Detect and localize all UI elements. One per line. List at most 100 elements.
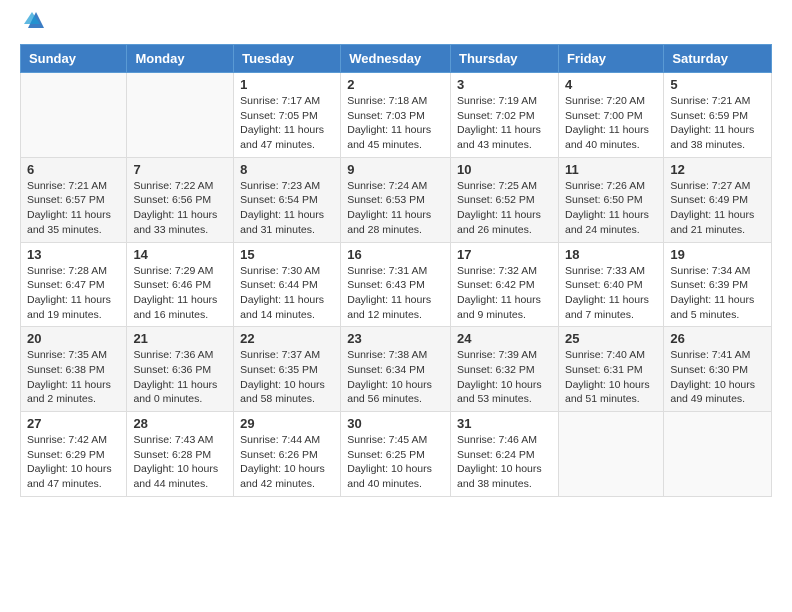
cell-info: Sunrise: 7:22 AMSunset: 6:56 PMDaylight:… [133, 179, 227, 238]
day-number: 5 [670, 77, 765, 92]
calendar-cell: 26Sunrise: 7:41 AMSunset: 6:30 PMDayligh… [664, 327, 772, 412]
cell-info: Sunrise: 7:32 AMSunset: 6:42 PMDaylight:… [457, 264, 552, 323]
cell-info: Sunrise: 7:17 AMSunset: 7:05 PMDaylight:… [240, 94, 334, 153]
cell-info: Sunrise: 7:27 AMSunset: 6:49 PMDaylight:… [670, 179, 765, 238]
calendar-cell: 6 Sunrise: 7:21 AMSunset: 6:57 PMDaylight… [21, 157, 127, 242]
day-number: 23 [347, 331, 444, 346]
calendar-table: SundayMondayTuesdayWednesdayThursdayFrid… [20, 44, 772, 497]
cell-info: Sunrise: 7:38 AMSunset: 6:34 PMDaylight:… [347, 348, 444, 407]
calendar-cell: 9 Sunrise: 7:24 AMSunset: 6:53 PMDaylight… [341, 157, 451, 242]
header-day-sunday: Sunday [21, 45, 127, 73]
cell-info: Sunrise: 7:39 AMSunset: 6:32 PMDaylight:… [457, 348, 552, 407]
cell-info: Sunrise: 7:44 AMSunset: 6:26 PMDaylight:… [240, 433, 334, 492]
page: SundayMondayTuesdayWednesdayThursdayFrid… [0, 0, 792, 513]
day-number: 22 [240, 331, 334, 346]
week-row-4: 20 Sunrise: 7:35 AMSunset: 6:38 PMDayligh… [21, 327, 772, 412]
calendar-cell: 23 Sunrise: 7:38 AMSunset: 6:34 PMDayligh… [341, 327, 451, 412]
cell-info: Sunrise: 7:26 AMSunset: 6:50 PMDaylight:… [565, 179, 657, 238]
calendar-cell: 2 Sunrise: 7:18 AMSunset: 7:03 PMDaylight… [341, 73, 451, 158]
day-number: 11 [565, 162, 657, 177]
header-day-monday: Monday [127, 45, 234, 73]
day-number: 1 [240, 77, 334, 92]
calendar-cell: 10 Sunrise: 7:25 AMSunset: 6:52 PMDayligh… [451, 157, 559, 242]
day-number: 7 [133, 162, 227, 177]
cell-info: Sunrise: 7:25 AMSunset: 6:52 PMDaylight:… [457, 179, 552, 238]
header-day-thursday: Thursday [451, 45, 559, 73]
header-day-tuesday: Tuesday [234, 45, 341, 73]
cell-info: Sunrise: 7:37 AMSunset: 6:35 PMDaylight:… [240, 348, 334, 407]
cell-info: Sunrise: 7:36 AMSunset: 6:36 PMDaylight:… [133, 348, 227, 407]
day-number: 6 [27, 162, 120, 177]
day-number: 31 [457, 416, 552, 431]
calendar-cell: 18 Sunrise: 7:33 AMSunset: 6:40 PMDayligh… [558, 242, 663, 327]
calendar-cell: 17Sunrise: 7:32 AMSunset: 6:42 PMDayligh… [451, 242, 559, 327]
day-number: 9 [347, 162, 444, 177]
week-row-2: 6 Sunrise: 7:21 AMSunset: 6:57 PMDaylight… [21, 157, 772, 242]
day-number: 28 [133, 416, 227, 431]
day-number: 19 [670, 247, 765, 262]
week-row-3: 13Sunrise: 7:28 AMSunset: 6:47 PMDayligh… [21, 242, 772, 327]
cell-info: Sunrise: 7:33 AMSunset: 6:40 PMDaylight:… [565, 264, 657, 323]
calendar-cell: 29 Sunrise: 7:44 AMSunset: 6:26 PMDayligh… [234, 412, 341, 497]
calendar-cell: 30Sunrise: 7:45 AMSunset: 6:25 PMDayligh… [341, 412, 451, 497]
cell-info: Sunrise: 7:21 AMSunset: 6:57 PMDaylight:… [27, 179, 120, 238]
cell-info: Sunrise: 7:29 AMSunset: 6:46 PMDaylight:… [133, 264, 227, 323]
cell-info: Sunrise: 7:30 AMSunset: 6:44 PMDaylight:… [240, 264, 334, 323]
calendar-cell: 5 Sunrise: 7:21 AMSunset: 6:59 PMDaylight… [664, 73, 772, 158]
cell-info: Sunrise: 7:35 AMSunset: 6:38 PMDaylight:… [27, 348, 120, 407]
header-day-saturday: Saturday [664, 45, 772, 73]
day-number: 16 [347, 247, 444, 262]
day-number: 24 [457, 331, 552, 346]
cell-info: Sunrise: 7:20 AMSunset: 7:00 PMDaylight:… [565, 94, 657, 153]
calendar-cell: 11 Sunrise: 7:26 AMSunset: 6:50 PMDayligh… [558, 157, 663, 242]
day-number: 20 [27, 331, 120, 346]
day-number: 29 [240, 416, 334, 431]
day-number: 18 [565, 247, 657, 262]
logo-icon [24, 8, 48, 32]
calendar-cell: 16 Sunrise: 7:31 AMSunset: 6:43 PMDayligh… [341, 242, 451, 327]
calendar-cell: 21 Sunrise: 7:36 AMSunset: 6:36 PMDayligh… [127, 327, 234, 412]
calendar-cell: 19 Sunrise: 7:34 AMSunset: 6:39 PMDayligh… [664, 242, 772, 327]
calendar-cell: 31Sunrise: 7:46 AMSunset: 6:24 PMDayligh… [451, 412, 559, 497]
day-number: 8 [240, 162, 334, 177]
calendar-cell [664, 412, 772, 497]
calendar-cell: 20 Sunrise: 7:35 AMSunset: 6:38 PMDayligh… [21, 327, 127, 412]
week-row-5: 27 Sunrise: 7:42 AMSunset: 6:29 PMDayligh… [21, 412, 772, 497]
logo-area [20, 16, 48, 32]
cell-info: Sunrise: 7:24 AMSunset: 6:53 PMDaylight:… [347, 179, 444, 238]
calendar-cell [558, 412, 663, 497]
header [20, 16, 772, 32]
calendar-cell: 4 Sunrise: 7:20 AMSunset: 7:00 PMDaylight… [558, 73, 663, 158]
day-number: 2 [347, 77, 444, 92]
calendar-cell: 27 Sunrise: 7:42 AMSunset: 6:29 PMDayligh… [21, 412, 127, 497]
calendar-cell: 15 Sunrise: 7:30 AMSunset: 6:44 PMDayligh… [234, 242, 341, 327]
day-number: 14 [133, 247, 227, 262]
day-number: 30 [347, 416, 444, 431]
calendar-cell [21, 73, 127, 158]
calendar-cell: 1 Sunrise: 7:17 AMSunset: 7:05 PMDaylight… [234, 73, 341, 158]
day-number: 15 [240, 247, 334, 262]
cell-info: Sunrise: 7:42 AMSunset: 6:29 PMDaylight:… [27, 433, 120, 492]
cell-info: Sunrise: 7:43 AMSunset: 6:28 PMDaylight:… [133, 433, 227, 492]
cell-info: Sunrise: 7:18 AMSunset: 7:03 PMDaylight:… [347, 94, 444, 153]
cell-info: Sunrise: 7:34 AMSunset: 6:39 PMDaylight:… [670, 264, 765, 323]
day-number: 21 [133, 331, 227, 346]
day-number: 10 [457, 162, 552, 177]
cell-info: Sunrise: 7:23 AMSunset: 6:54 PMDaylight:… [240, 179, 334, 238]
calendar-cell: 28 Sunrise: 7:43 AMSunset: 6:28 PMDayligh… [127, 412, 234, 497]
day-number: 3 [457, 77, 552, 92]
day-number: 4 [565, 77, 657, 92]
day-number: 26 [670, 331, 765, 346]
day-number: 12 [670, 162, 765, 177]
day-number: 27 [27, 416, 120, 431]
header-row: SundayMondayTuesdayWednesdayThursdayFrid… [21, 45, 772, 73]
day-number: 13 [27, 247, 120, 262]
calendar-cell: 24 Sunrise: 7:39 AMSunset: 6:32 PMDayligh… [451, 327, 559, 412]
logo-text [20, 16, 48, 32]
header-day-friday: Friday [558, 45, 663, 73]
cell-info: Sunrise: 7:31 AMSunset: 6:43 PMDaylight:… [347, 264, 444, 323]
calendar-cell: 13Sunrise: 7:28 AMSunset: 6:47 PMDayligh… [21, 242, 127, 327]
calendar-cell: 25Sunrise: 7:40 AMSunset: 6:31 PMDayligh… [558, 327, 663, 412]
cell-info: Sunrise: 7:21 AMSunset: 6:59 PMDaylight:… [670, 94, 765, 153]
cell-info: Sunrise: 7:19 AMSunset: 7:02 PMDaylight:… [457, 94, 552, 153]
